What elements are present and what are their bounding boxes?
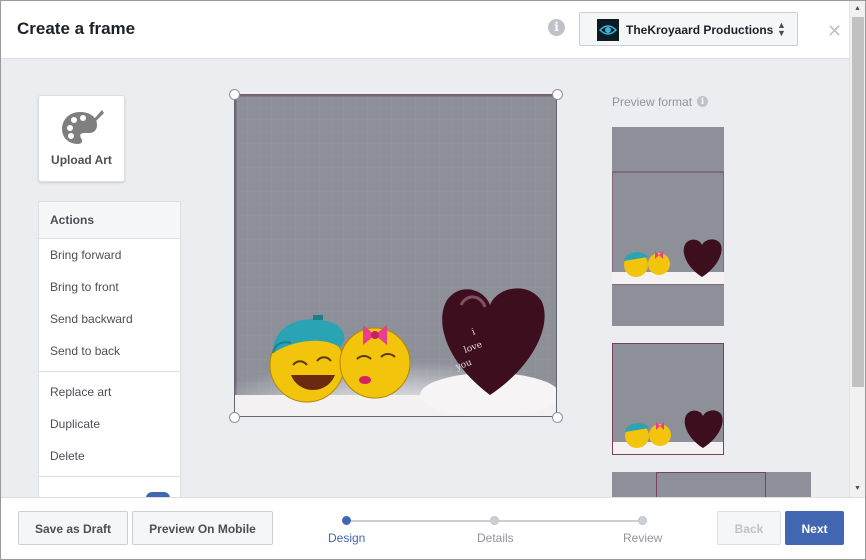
page-avatar: [597, 19, 619, 41]
upload-art-button[interactable]: Upload Art: [38, 95, 125, 182]
send-to-back-action[interactable]: Send to back: [39, 335, 180, 367]
back-button[interactable]: Back: [717, 511, 781, 545]
bring-forward-action[interactable]: Bring forward: [39, 239, 180, 271]
resize-handle-bottom-left[interactable]: [229, 412, 240, 423]
editor-body: Upload Art Actions Bring forward Bring t…: [1, 59, 849, 497]
dialog-footer: Save as Draft Preview On Mobile Design D…: [1, 497, 865, 559]
duplicate-action[interactable]: Duplicate: [39, 408, 180, 440]
landscape-frame-outline: [656, 472, 766, 497]
resize-handle-top-right[interactable]: [552, 89, 563, 100]
actions-header: Actions: [39, 202, 180, 239]
info-icon[interactable]: i: [548, 19, 565, 36]
close-icon[interactable]: ✕: [827, 21, 842, 42]
resize-handle-top-left[interactable]: [229, 89, 240, 100]
actions-divider: [39, 476, 180, 477]
step-dot-details: [490, 516, 499, 525]
step-label-design: Design: [328, 531, 366, 545]
step-label-details: Details: [477, 531, 514, 545]
preview-format-label: Preview format: [612, 95, 693, 109]
scrollbar-thumb[interactable]: [852, 17, 864, 387]
next-button[interactable]: Next: [785, 511, 844, 545]
dialog-title: Create a frame: [17, 19, 136, 38]
actions-divider: [39, 371, 180, 372]
delete-action[interactable]: Delete: [39, 440, 180, 472]
palette-icon: [60, 108, 104, 153]
save-as-draft-button[interactable]: Save as Draft: [18, 511, 128, 545]
create-frame-dialog: Create a frame i TheKroyaard Productions…: [0, 0, 866, 560]
actions-panel: Actions Bring forward Bring to front Sen…: [38, 201, 181, 497]
scrollbar[interactable]: ▲ ▼: [849, 1, 865, 497]
preview-thumbnail-portrait[interactable]: [612, 127, 724, 326]
step-dot-review: [638, 516, 647, 525]
scroll-down-arrow-icon[interactable]: ▼: [854, 485, 861, 492]
replace-art-action[interactable]: Replace art: [39, 376, 180, 408]
page-selector[interactable]: TheKroyaard Productions ▲ ▼: [579, 12, 798, 46]
step-label-review: Review: [623, 531, 663, 545]
bring-to-front-action[interactable]: Bring to front: [39, 271, 180, 303]
upload-art-label: Upload Art: [51, 153, 112, 167]
sort-caret-icon: ▲ ▼: [777, 20, 786, 38]
page-name: TheKroyaard Productions: [626, 23, 774, 37]
preview-thumbnail-landscape[interactable]: [612, 472, 811, 497]
frame-canvas[interactable]: i love you: [234, 94, 557, 417]
preview-thumbnail-square[interactable]: [612, 343, 724, 455]
send-backward-action[interactable]: Send backward: [39, 303, 180, 335]
preview-info-icon[interactable]: i: [697, 96, 708, 107]
dialog-header: Create a frame i TheKroyaard Productions…: [1, 1, 849, 59]
step-dot-design: [342, 516, 351, 525]
preview-on-mobile-button[interactable]: Preview On Mobile: [132, 511, 273, 545]
scroll-up-arrow-icon[interactable]: ▲: [854, 5, 861, 12]
resize-handle-bottom-right[interactable]: [552, 412, 563, 423]
